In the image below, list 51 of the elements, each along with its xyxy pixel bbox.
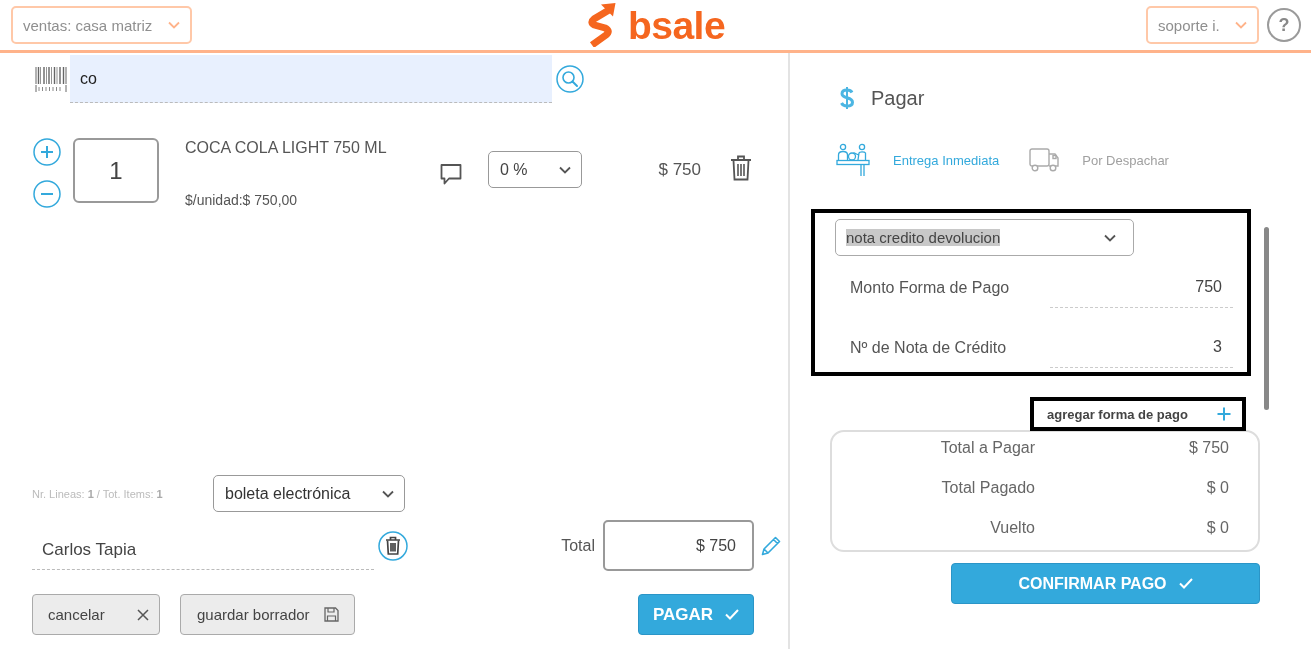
totals-label: Vuelto <box>989 518 1035 538</box>
chevron-down-icon <box>382 489 394 498</box>
save-draft-button[interactable]: guardar borrador <box>180 594 355 635</box>
chevron-down-icon <box>1235 21 1247 29</box>
comment-icon[interactable] <box>440 163 462 185</box>
check-icon <box>1178 578 1193 589</box>
logo-text: bsale <box>627 5 726 45</box>
quantity-field[interactable]: 1 <box>73 138 159 203</box>
chevron-down-icon <box>1104 233 1116 242</box>
field-label: Monto Forma de Pago <box>849 278 1011 297</box>
search-icon[interactable] <box>556 65 584 93</box>
help-button[interactable]: ? <box>1267 8 1301 42</box>
input-field[interactable]: 750 <box>1050 267 1233 308</box>
close-icon <box>137 608 149 621</box>
panel-title: Pagar <box>871 86 925 110</box>
totals-value: $ 0 <box>1205 518 1229 538</box>
add-payment-method-button[interactable]: agregar forma de pago <box>1030 397 1246 431</box>
discount-select[interactable]: 0 % <box>488 151 582 188</box>
pencil-icon[interactable] <box>760 534 782 557</box>
chevron-down-icon <box>168 21 180 29</box>
chevron-down-icon <box>559 165 571 174</box>
input-field[interactable]: 3 <box>1050 327 1233 368</box>
plus-icon <box>1217 407 1231 421</box>
scrollbar[interactable] <box>1264 227 1269 410</box>
cancel-button[interactable]: cancelar <box>32 594 160 635</box>
check-icon <box>725 609 740 620</box>
save-icon <box>324 607 339 622</box>
dollar-icon <box>838 86 856 110</box>
totals-value: $ 0 <box>1205 478 1229 498</box>
line-subtotal: $ 750 <box>657 160 701 180</box>
trash-icon[interactable] <box>730 155 752 181</box>
totals-label: Total Pagado <box>940 478 1035 498</box>
minus-icon[interactable] <box>33 180 61 208</box>
plus-icon[interactable] <box>33 138 61 166</box>
logo-icon <box>585 3 616 47</box>
unit-price: $/unidad:$ 750,00 <box>185 192 299 208</box>
total-field[interactable]: $ 750 <box>603 520 754 571</box>
field-label: Nº de Nota de Crédito <box>849 338 1008 357</box>
truck-icon <box>1029 148 1060 172</box>
people-at-counter-icon <box>836 143 870 177</box>
payment-method-select[interactable]: nota credito devolucion <box>835 219 1134 256</box>
customer-field[interactable]: Carlos Tapia <box>32 531 374 570</box>
totals-label: Total a Pagar <box>939 438 1035 458</box>
search-field[interactable]: co <box>70 55 552 103</box>
trash-icon[interactable] <box>378 530 408 561</box>
total-label: Total <box>561 536 595 555</box>
document-type-select[interactable]: boleta electrónica <box>213 475 405 512</box>
barcode-icon <box>35 66 67 92</box>
cart-summary-text: Nr. Lineas: 1 / Tot. Items: 1 <box>32 487 164 500</box>
product-name: COCA COLA LIGHT 750 ML <box>185 138 388 158</box>
totals-value: $ 750 <box>1187 438 1229 458</box>
